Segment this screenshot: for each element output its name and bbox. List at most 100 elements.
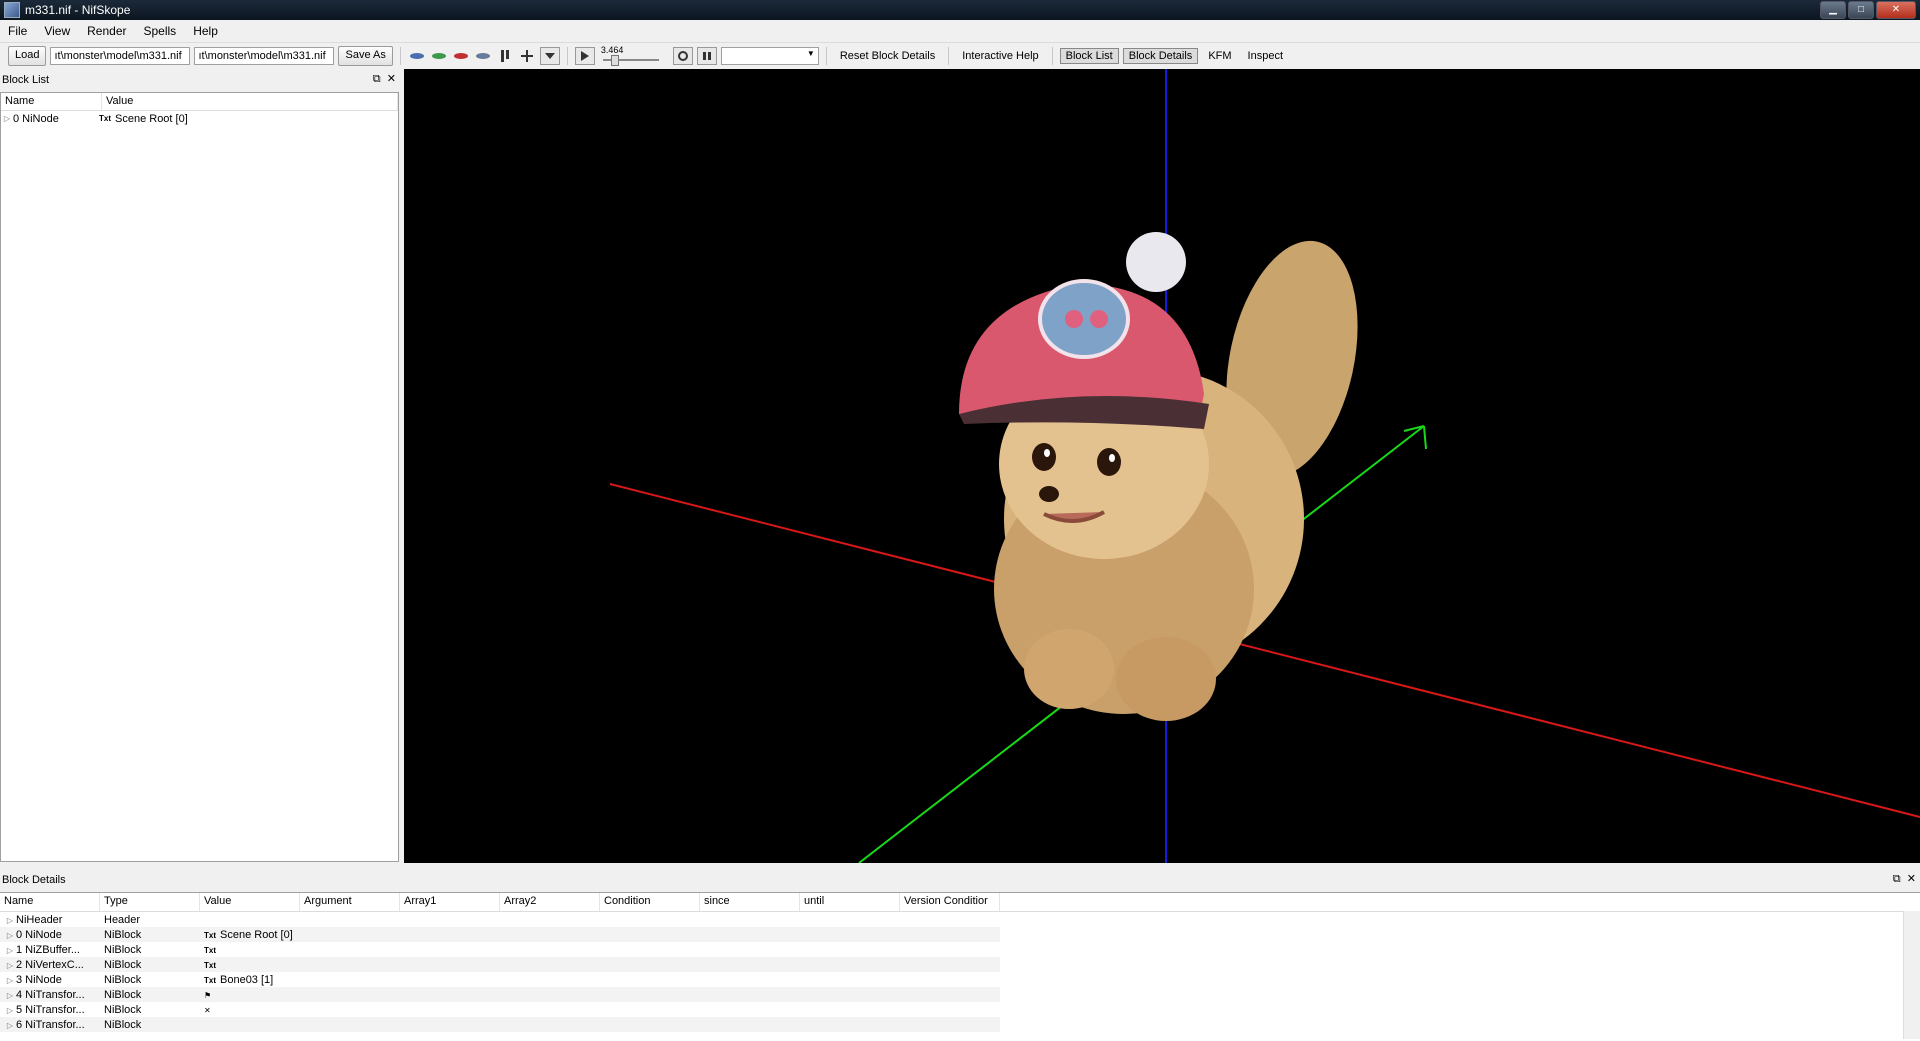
column-name[interactable]: Name [1, 93, 103, 110]
interactive-help-button[interactable]: Interactive Help [956, 50, 1044, 62]
cell-value [200, 914, 400, 926]
block-list-title: Block List [2, 74, 50, 86]
expand-arrow-icon[interactable]: ▷ [4, 931, 16, 940]
save-as-button[interactable]: Save As [338, 45, 393, 66]
load-button[interactable]: Load [8, 45, 47, 66]
table-row[interactable]: ▷ 0 NiNode NiBlock Txt Scene Root [0] [0, 927, 1000, 942]
undock-icon[interactable]: ⧉ [373, 73, 381, 85]
cell-name: ▷ 3 NiNode [0, 974, 100, 986]
block-details-table[interactable]: Name Type Value Argument Array1 Array2 C… [0, 892, 1920, 1041]
cell-type: NiBlock [104, 973, 142, 986]
row-value: Scene Root [0] [115, 112, 188, 125]
cell-value: Txt [200, 944, 400, 956]
cell-value [200, 1019, 400, 1031]
load-path-input[interactable]: ıt\monster\model\m331.nif [50, 46, 191, 65]
expand-arrow-icon[interactable]: ▷ [4, 961, 16, 970]
table-row[interactable]: ▷ 6 NiTransfor... NiBlock [0, 1017, 1000, 1032]
block-details-title: Block Details [2, 874, 66, 886]
block-list-header: Name Value [1, 93, 398, 111]
tree-row[interactable]: ▷ 0 NiNode Txt Scene Root [0] [1, 111, 398, 126]
col-type[interactable]: Type [100, 893, 200, 911]
menu-help[interactable]: Help [185, 24, 227, 38]
time-slider[interactable]: 3.464 [599, 44, 669, 66]
col-value[interactable]: Value [200, 893, 300, 911]
block-details-toggle[interactable]: Block Details [1122, 47, 1199, 64]
expand-arrow-icon[interactable]: ▷ [4, 916, 16, 925]
cell-type: NiBlock [104, 943, 142, 956]
close-button[interactable]: ✕ [1876, 1, 1916, 19]
details-rows: ▷ NiHeader Header ▷ 0 NiNode NiBlock Txt Scene … [0, 912, 1920, 1032]
menu-file[interactable]: File [0, 24, 36, 38]
view-top-icon[interactable] [408, 48, 426, 64]
block-list-toggle[interactable]: Block List [1059, 47, 1119, 64]
col-name[interactable]: Name [0, 893, 100, 911]
type-badge-icon: Txt [204, 930, 216, 940]
move-icon[interactable] [518, 48, 536, 64]
cell-type: NiBlock [104, 928, 142, 941]
col-argument[interactable]: Argument [300, 893, 400, 911]
switch-icon[interactable] [696, 46, 717, 65]
table-row[interactable]: ▷ 4 NiTransfor... NiBlock ⚑ [0, 987, 1000, 1002]
table-row[interactable]: ▷ NiHeader Header [0, 912, 1000, 927]
block-list-tree[interactable]: Name Value ▷ 0 NiNode Txt Scene Root [0] [0, 92, 399, 862]
cell-type: NiBlock [104, 1018, 142, 1031]
table-row[interactable]: ▷ 5 NiTransfor... NiBlock ✕ [0, 1002, 1000, 1017]
cell-type: NiBlock [104, 958, 142, 971]
type-badge-icon: Txt [204, 945, 216, 955]
row-name: 3 NiNode [16, 973, 62, 986]
cell-name: ▷ 0 NiNode [0, 929, 100, 941]
play-icon[interactable] [574, 46, 595, 65]
slider-thumb[interactable] [610, 54, 619, 66]
view-front-icon[interactable] [430, 48, 448, 64]
table-row[interactable]: ▷ 2 NiVertexC... NiBlock Txt [0, 957, 1000, 972]
table-row[interactable]: ▷ 1 NiZBuffer... NiBlock Txt [0, 942, 1000, 957]
maximize-button[interactable]: □ [1848, 1, 1874, 19]
save-path-input[interactable]: ıt\monster\model\m331.nif [194, 46, 335, 65]
reset-block-details-button[interactable]: Reset Block Details [834, 50, 941, 62]
close-icon[interactable]: ✕ [387, 73, 396, 85]
vertical-scrollbar[interactable] [1903, 911, 1920, 1039]
col-array1[interactable]: Array1 [400, 893, 500, 911]
y-axis-arrow [1403, 425, 1427, 450]
cell-name: ▷ 2 NiVertexC... [0, 959, 100, 971]
col-until[interactable]: until [800, 893, 900, 911]
column-value[interactable]: Value [102, 93, 398, 110]
inspect-button[interactable]: Inspect [1242, 50, 1289, 62]
minimize-button[interactable]: ▁ [1820, 1, 1846, 19]
expand-arrow-icon[interactable]: ▷ [4, 946, 16, 955]
menu-spells[interactable]: Spells [136, 24, 186, 38]
row-name: 6 NiTransfor... [16, 1018, 85, 1031]
kfm-button[interactable]: KFM [1202, 50, 1237, 62]
row-name: 0 NiNode [13, 112, 59, 125]
lighting-icon[interactable] [496, 48, 514, 64]
table-row[interactable]: ▷ 3 NiNode NiBlock Txt Bone03 [1] [0, 972, 1000, 987]
loop-icon[interactable] [672, 46, 693, 65]
menu-render[interactable]: Render [79, 24, 135, 38]
close-icon[interactable]: ✕ [1907, 873, 1916, 885]
expand-arrow-icon[interactable]: ▷ [4, 976, 16, 985]
cell-value: Txt Scene Root [0] [200, 929, 400, 941]
view-side-icon[interactable] [452, 48, 470, 64]
undock-icon[interactable]: ⧉ [1893, 873, 1901, 885]
animation-select[interactable] [720, 46, 819, 65]
cell-name: ▷ NiHeader [0, 914, 100, 926]
row-name: 4 NiTransfor... [16, 988, 85, 1001]
type-badge-icon: Txt [204, 975, 216, 985]
expand-arrow-icon[interactable]: ▷ [4, 1006, 16, 1015]
block-details-titlebar: Block Details ⧉ ✕ [0, 870, 1920, 890]
view-user-icon[interactable] [474, 48, 492, 64]
expand-arrow-icon[interactable]: ▷ [4, 991, 16, 1000]
render-viewport[interactable] [404, 69, 1920, 863]
col-array2[interactable]: Array2 [500, 893, 600, 911]
time-value: 3.464 [600, 44, 624, 55]
col-since[interactable]: since [700, 893, 800, 911]
row-name: 5 NiTransfor... [16, 1003, 85, 1016]
col-condition[interactable]: Condition [600, 893, 700, 911]
col-version-condition[interactable]: Version Conditior [900, 893, 1000, 911]
cell-name: ▷ 5 NiTransfor... [0, 1004, 100, 1016]
expand-arrow-icon[interactable]: ▷ [1, 114, 13, 123]
view-menu-icon[interactable] [539, 46, 560, 65]
row-value: Bone03 [1] [220, 973, 274, 986]
expand-arrow-icon[interactable]: ▷ [4, 1021, 16, 1030]
menu-view[interactable]: View [36, 24, 79, 38]
